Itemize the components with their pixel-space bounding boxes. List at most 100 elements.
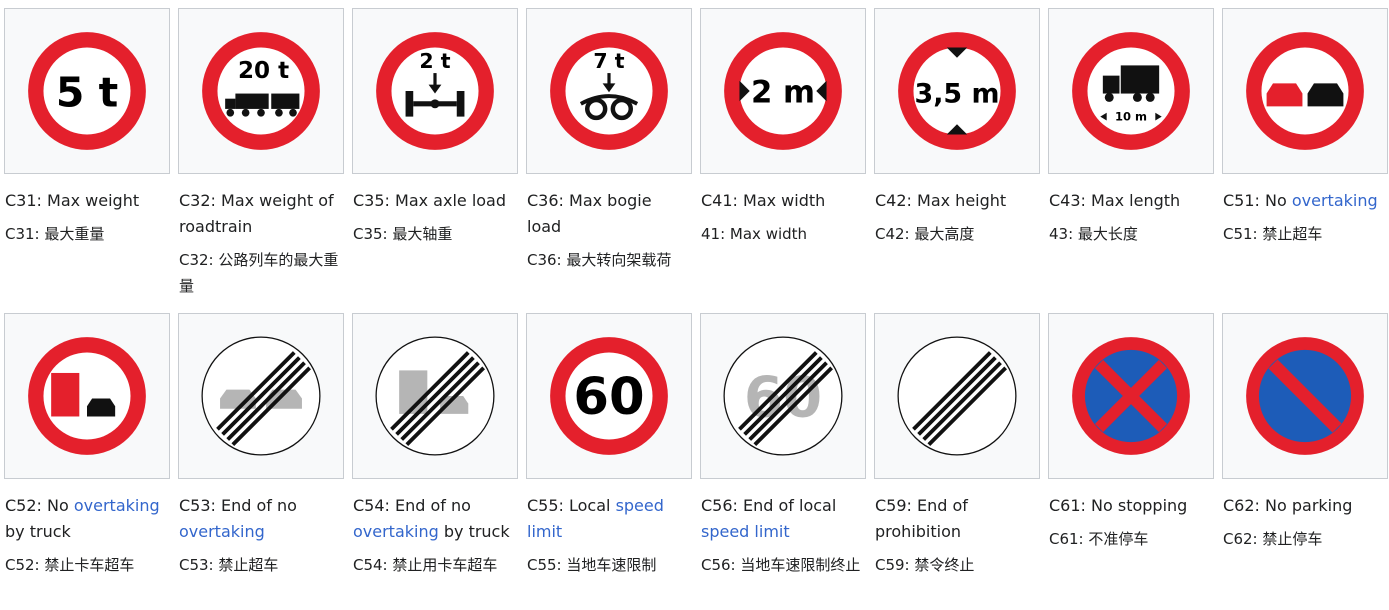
thumbnail[interactable]: 20 t — [178, 8, 344, 174]
max-weight-sign-icon: 5 t — [28, 32, 146, 150]
caption: C32: Max weight of roadtrain C32: 公路列车的最… — [178, 188, 339, 299]
thumbnail[interactable]: 10 m — [1048, 8, 1214, 174]
end-speed-limit-sign-icon: 60 — [723, 336, 843, 456]
gallery-item-c36: 7 t C36: Max bogie load C36: 最大转向架载荷 — [526, 8, 692, 280]
gallery-item-c52: C52: No overtaking by truck C52: 禁止卡车超车 — [4, 313, 170, 585]
sign-glyph: 3,5 m — [915, 79, 1000, 110]
thumbnail[interactable]: 2 t — [352, 8, 518, 174]
gallery-item-c59: C59: End of prohibition C59: 禁令终止 — [874, 313, 1040, 585]
caption: C55: Local speed limit C55: 当地车速限制 — [526, 493, 687, 578]
sign-glyph: 2 t — [419, 49, 450, 73]
axle-load-sign-icon: 2 t — [376, 32, 494, 150]
caption: C59: End of prohibition C59: 禁令终止 — [874, 493, 1035, 578]
caption-zh: C55: 当地车速限制 — [527, 556, 657, 574]
no-parking-sign-icon — [1246, 337, 1364, 455]
bogie-load-sign-icon: 7 t — [550, 32, 668, 150]
overtaking-link[interactable]: overtaking — [74, 496, 160, 515]
caption-zh: C51: 禁止超车 — [1223, 225, 1323, 243]
thumbnail[interactable]: 60 — [526, 313, 692, 479]
sign-glyph: 2 m — [751, 75, 815, 111]
roadtrain-weight-sign-icon: 20 t — [202, 32, 320, 150]
caption-zh: C42: 最大高度 — [875, 225, 975, 243]
speed-limit-link[interactable]: speed limit — [701, 522, 790, 541]
sign-glyph: 5 t — [56, 68, 118, 116]
caption: C43: Max length 43: 最大长度 — [1048, 188, 1209, 247]
caption-en-suffix: by truck — [5, 522, 71, 541]
thumbnail[interactable]: 7 t — [526, 8, 692, 174]
sign-glyph: 10 m — [1115, 109, 1147, 123]
caption-en: C35: Max axle load — [353, 191, 507, 210]
sign-gallery: 5 t C31: Max weight C31: 最大重量 20 t C32: … — [0, 0, 1389, 610]
caption: C41: Max width 41: Max width — [700, 188, 861, 247]
caption-en: C31: Max weight — [5, 191, 140, 210]
thumbnail[interactable] — [178, 313, 344, 479]
gallery-item-c61: C61: No stopping C61: 不准停车 — [1048, 313, 1214, 559]
gallery-item-c53: C53: End of no overtaking C53: 禁止超车 — [178, 313, 344, 585]
end-no-overtaking-truck-sign-icon — [375, 336, 495, 456]
gallery-item-c42: 3,5 m C42: Max height C42: 最大高度 — [874, 8, 1040, 254]
max-height-sign-icon: 3,5 m — [898, 32, 1016, 150]
thumbnail[interactable]: 5 t — [4, 8, 170, 174]
overtaking-link[interactable]: overtaking — [353, 522, 439, 541]
caption-en: C41: Max width — [701, 191, 826, 210]
thumbnail[interactable] — [1048, 313, 1214, 479]
caption-en: C61: No stopping — [1049, 496, 1188, 515]
caption-zh: C54: 禁止用卡车超车 — [353, 556, 498, 574]
overtaking-link[interactable]: overtaking — [1292, 191, 1378, 210]
caption: C42: Max height C42: 最大高度 — [874, 188, 1035, 247]
caption-en: C62: No parking — [1223, 496, 1353, 515]
caption-en: C43: Max length — [1049, 191, 1181, 210]
sign-glyph: 60 — [573, 367, 644, 427]
caption-en: C56: End of local — [701, 496, 837, 515]
end-of-prohibition-sign-icon — [897, 336, 1017, 456]
gallery-item-c41: 2 m C41: Max width 41: Max width — [700, 8, 866, 254]
thumbnail[interactable]: 60 — [700, 313, 866, 479]
caption: C51: No overtaking C51: 禁止超车 — [1222, 188, 1383, 247]
caption-zh: 41: Max width — [701, 225, 808, 243]
caption-en: C52: No — [5, 496, 74, 515]
no-overtaking-truck-sign-icon — [28, 337, 146, 455]
gallery-item-c62: C62: No parking C62: 禁止停车 — [1222, 313, 1388, 559]
sign-glyph: 20 t — [238, 58, 289, 84]
gallery-item-c35: 2 t C35: Max axle load C35: 最大轴重 — [352, 8, 518, 254]
caption: C31: Max weight C31: 最大重量 — [4, 188, 165, 247]
no-overtaking-sign-icon — [1246, 32, 1364, 150]
gallery-item-c51: C51: No overtaking C51: 禁止超车 — [1222, 8, 1388, 254]
sign-glyph: 7 t — [593, 49, 624, 73]
speed-limit-sign-icon: 60 — [550, 337, 668, 455]
caption-zh: C62: 禁止停车 — [1223, 530, 1323, 548]
max-length-sign-icon: 10 m — [1072, 32, 1190, 150]
overtaking-link[interactable]: overtaking — [179, 522, 265, 541]
gallery-item-c43: 10 m C43: Max length 43: 最大长度 — [1048, 8, 1214, 254]
caption-zh: C31: 最大重量 — [5, 225, 105, 243]
caption-en: C54: End of no — [353, 496, 471, 515]
max-width-sign-icon: 2 m — [724, 32, 842, 150]
end-no-overtaking-sign-icon — [201, 336, 321, 456]
thumbnail[interactable] — [1222, 8, 1388, 174]
gallery-item-c32: 20 t C32: Max weight of roadtrain C32: 公… — [178, 8, 344, 306]
caption-zh: C56: 当地车速限制终止 — [701, 556, 861, 574]
thumbnail[interactable] — [1222, 313, 1388, 479]
thumbnail[interactable] — [4, 313, 170, 479]
caption: C35: Max axle load C35: 最大轴重 — [352, 188, 513, 247]
caption-zh: C53: 禁止超车 — [179, 556, 279, 574]
caption-zh: C52: 禁止卡车超车 — [5, 556, 135, 574]
caption: C56: End of local speed limit C56: 当地车速限… — [700, 493, 861, 578]
thumbnail[interactable]: 3,5 m — [874, 8, 1040, 174]
caption-en: C51: No — [1223, 191, 1292, 210]
thumbnail[interactable] — [352, 313, 518, 479]
caption-zh: C35: 最大轴重 — [353, 225, 453, 243]
gallery-item-c55: 60 C55: Local speed limit C55: 当地车速限制 — [526, 313, 692, 585]
thumbnail[interactable] — [874, 313, 1040, 479]
caption-en-suffix: by truck — [438, 522, 510, 541]
thumbnail[interactable]: 2 m — [700, 8, 866, 174]
caption: C62: No parking C62: 禁止停车 — [1222, 493, 1383, 552]
caption-en: C42: Max height — [875, 191, 1007, 210]
caption-zh: C32: 公路列车的最大重量 — [179, 251, 339, 295]
caption-en: C59: End of prohibition — [875, 496, 968, 541]
gallery-item-c56: 60 C56: End of local speed limit C56: 当地… — [700, 313, 866, 585]
caption-zh: C36: 最大转向架载荷 — [527, 251, 672, 269]
caption: C36: Max bogie load C36: 最大转向架载荷 — [526, 188, 687, 273]
caption: C54: End of no overtaking by truck C54: … — [352, 493, 513, 578]
caption: C61: No stopping C61: 不准停车 — [1048, 493, 1209, 552]
